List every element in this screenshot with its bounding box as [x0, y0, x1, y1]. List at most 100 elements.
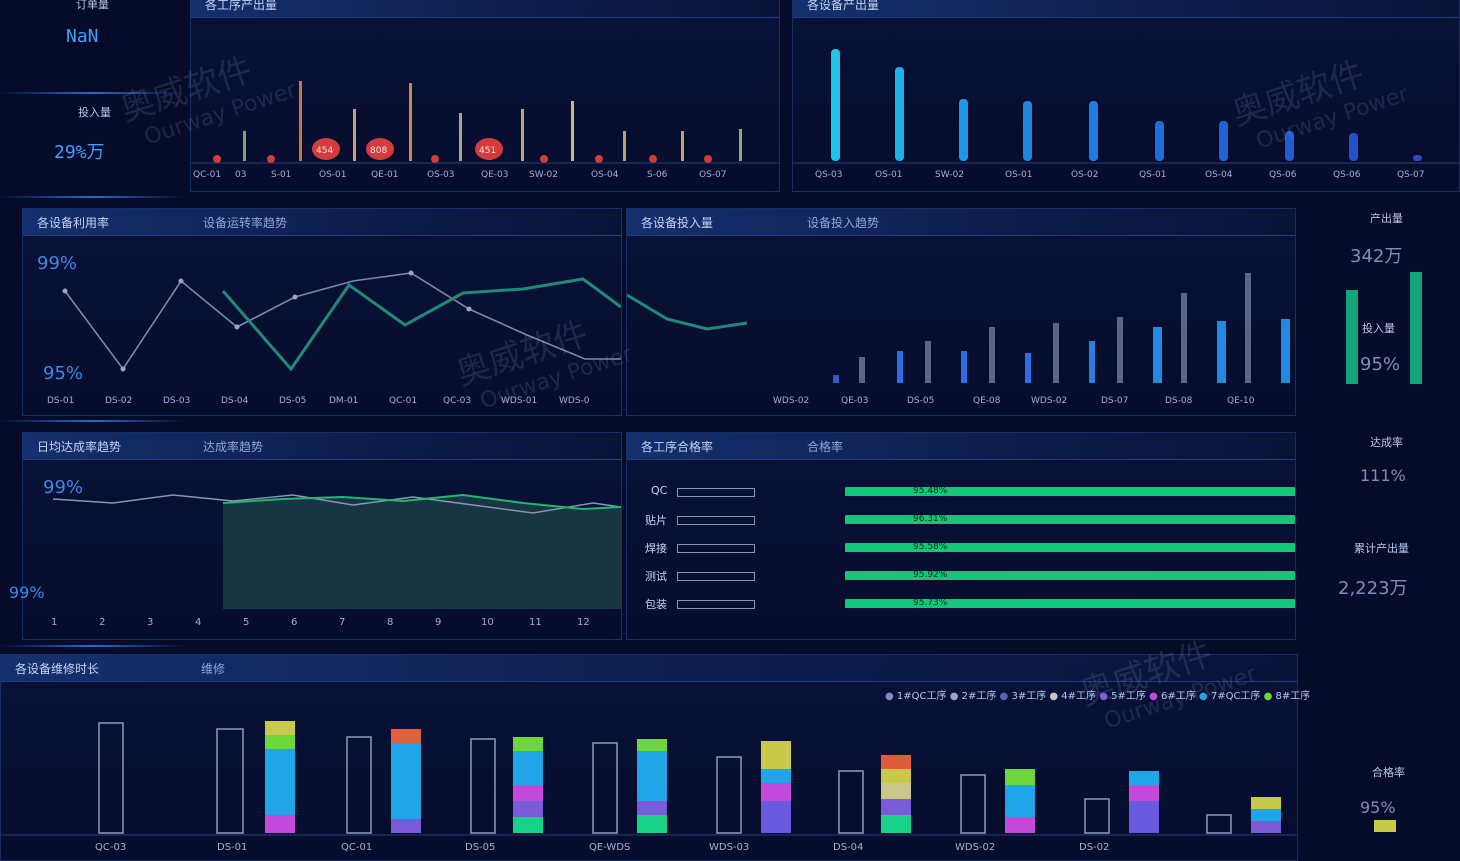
segment — [391, 743, 421, 819]
x-tick-label: WDS-02 — [955, 842, 995, 853]
segment — [265, 815, 295, 833]
row-pct: 95.58% — [913, 542, 948, 552]
x-tick-label: DS-07 — [1101, 396, 1128, 406]
x-tick-label: QE-03 — [841, 396, 868, 406]
x-tick-labels: QC-01 03 S-01 OS-01 QE-01 OS-03 QE-03 SW… — [193, 170, 727, 180]
panel-header: 各工序合格率 合格率 — [627, 433, 1295, 460]
panel-device-utilization: 各设备利用率 设备运转率趋势 99% 95% DS-01 DS-02 DS-03… — [22, 208, 622, 416]
x-tick-labels: QS-03 OS-01 SW-02 OS-01 OS-02 QS-01 OS-0… — [815, 170, 1425, 180]
panel-process-output: 各工序产出量 454 808 451 QC-01 03 S-01 OS-01 Q… — [190, 0, 780, 192]
x-tick-label: WDS-01 — [501, 396, 537, 406]
bar-outline — [346, 736, 372, 834]
x-tick-label: QS-06 — [1333, 170, 1361, 180]
segment — [1251, 809, 1281, 821]
divider — [0, 196, 185, 198]
bar — [1023, 101, 1032, 161]
segment — [1005, 769, 1035, 785]
point — [292, 294, 298, 300]
panel-subtitle: 合格率 — [807, 440, 844, 454]
maintenance-chart: QC-03 DS-01 QC-01 DS-05 QE-WDS WDS-03 DS… — [1, 721, 1297, 853]
x-tick-labels: DS-01 DS-02 DS-03 DS-04 DS-05 DM-01 QC-0… — [47, 396, 590, 406]
x-tick-label: WDS-02 — [773, 396, 809, 406]
bar — [1155, 121, 1164, 161]
order-label: 订单量 — [76, 0, 109, 11]
pass-rate-row: 包装 95.73% — [627, 597, 1295, 611]
x-tick-label: OS-01 — [1005, 170, 1033, 180]
process-output-chart: 454 808 451 QC-01 03 S-01 OS-01 QE-01 OS… — [191, 81, 779, 180]
stack — [881, 755, 911, 833]
panel-device-output: 各设备产出量 QS-03 OS-01 SW-02 OS-01 OS-02 QS-… — [792, 0, 1460, 192]
bar-outline — [470, 738, 496, 834]
bubble — [595, 155, 603, 163]
row-track — [677, 572, 755, 581]
x-tick-label: 6 — [291, 617, 297, 628]
row-pct: 96.31% — [913, 514, 948, 524]
x-tick-label: WDS-0 — [559, 396, 590, 406]
bar — [459, 113, 462, 161]
row-label: QC — [651, 484, 668, 497]
stack — [1129, 771, 1159, 833]
kpi-value: 99% — [9, 583, 45, 602]
stack — [265, 721, 295, 833]
bar-outline — [960, 774, 986, 834]
x-tick-label: OS-02 — [1071, 170, 1099, 180]
achievement-chart: 1 2 3 4 5 6 7 8 9 10 11 12 — [51, 493, 621, 628]
segment — [513, 785, 543, 801]
x-tick-label: 9 — [435, 617, 441, 628]
point — [466, 306, 472, 312]
x-tick-label: 4 — [195, 617, 201, 628]
bar — [833, 375, 839, 383]
bar — [1217, 321, 1226, 383]
bars — [831, 49, 1422, 161]
bar-outline — [98, 722, 124, 834]
segment — [1005, 785, 1035, 817]
x-tick-label: QS-06 — [1269, 170, 1297, 180]
x-tick-label: DS-05 — [907, 396, 934, 406]
bar — [623, 131, 626, 161]
bubble-label: 451 — [479, 146, 496, 156]
kpi-bars — [1346, 272, 1422, 384]
bar-outline — [1084, 798, 1110, 834]
bar-outline — [592, 742, 618, 834]
segment — [761, 783, 791, 801]
x-tick-label: DS-08 — [1165, 396, 1193, 406]
bar — [925, 341, 931, 383]
segment — [513, 801, 543, 817]
x-tick-label: DS-04 — [833, 842, 863, 853]
segment — [265, 721, 295, 735]
point — [62, 288, 68, 294]
x-tick-label: QS-07 — [1397, 170, 1425, 180]
bubble — [540, 155, 548, 163]
bar — [1089, 101, 1098, 161]
pass-rate-row: QC 95.48% — [627, 484, 1295, 499]
right-kpi-r2: 达成率 111% 累计产出量 2,223万 — [1298, 432, 1458, 638]
segment — [1251, 797, 1281, 809]
x-tick-label: 1 — [51, 617, 57, 628]
bar — [895, 67, 904, 161]
x-tick-label: WDS-02 — [1031, 396, 1067, 406]
bar — [1181, 293, 1187, 383]
x-tick-label: QS-03 — [815, 170, 843, 180]
x-tick-label: 12 — [577, 617, 590, 628]
bar — [1281, 319, 1290, 383]
panel-device-input: 各设备投入量 设备投入趋势 WDS-02 QE-03 DS-05 QE-08 W… — [626, 208, 1296, 416]
segment — [761, 741, 791, 769]
bubble — [649, 155, 657, 163]
kpi-value: 2,223万 — [1338, 578, 1408, 599]
x-tick-label: DM-01 — [329, 396, 358, 406]
stack — [637, 739, 667, 833]
bar — [1413, 155, 1422, 161]
row-track — [677, 488, 755, 497]
bar — [1245, 273, 1251, 383]
segment — [513, 751, 543, 785]
row-label: 焊接 — [645, 542, 667, 555]
divider — [0, 92, 185, 94]
bar — [1117, 317, 1123, 383]
segment — [1005, 817, 1035, 833]
x-tick-label: OS-01 — [319, 170, 347, 180]
bar — [353, 109, 356, 161]
x-tick-label: 5 — [243, 617, 249, 628]
segment — [1129, 771, 1159, 785]
panel-maintenance: 各设备维修时长 维修 ● 1#QC工序 ● 2#工序 ● 3#工序 ● 4#工序… — [0, 654, 1310, 861]
bubble-label: 808 — [370, 146, 387, 156]
